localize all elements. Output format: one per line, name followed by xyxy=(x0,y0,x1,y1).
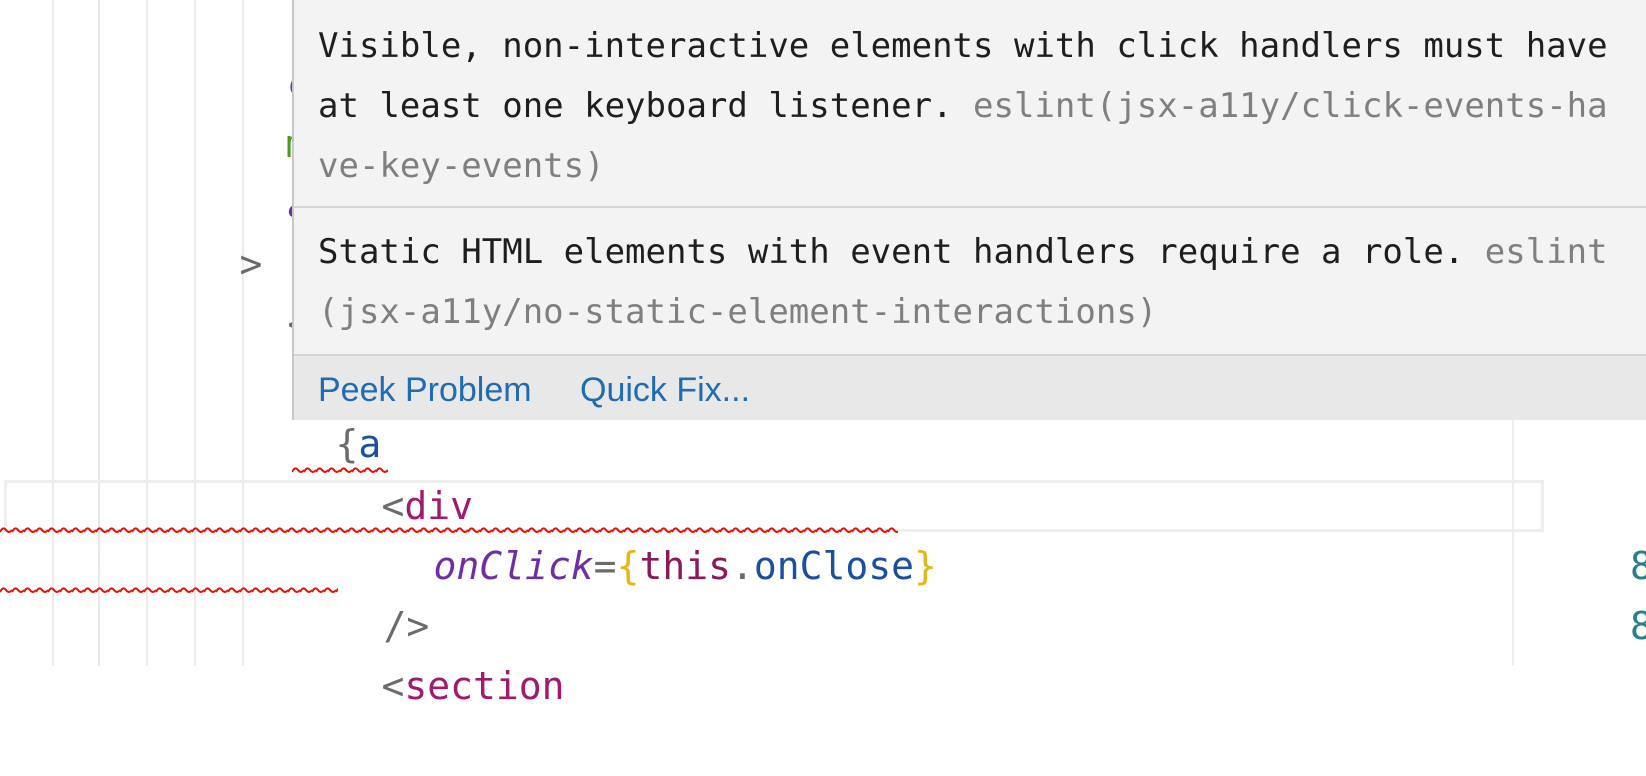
indent-guide xyxy=(98,0,100,666)
error-squiggle[interactable] xyxy=(0,526,898,534)
problem-message-2: Static HTML elements with event handlers… xyxy=(318,222,1622,342)
code-token: { xyxy=(616,544,640,588)
code-line-4[interactable]: > xyxy=(148,174,263,286)
hover-actions-bar: Peek Problem Quick Fix... xyxy=(294,354,1646,420)
error-squiggle[interactable] xyxy=(292,466,388,474)
code-token: . xyxy=(730,544,754,588)
code-token: this xyxy=(639,544,731,588)
code-line-11[interactable]: <section xyxy=(290,596,565,708)
code-token: = xyxy=(593,544,617,588)
error-squiggle[interactable] xyxy=(0,586,338,594)
problem-message-1: Visible, non-interactive elements with c… xyxy=(318,16,1622,196)
problem-text: Static HTML elements with event handlers… xyxy=(318,232,1465,272)
problem-divider xyxy=(294,206,1646,208)
code-token: } xyxy=(914,544,937,588)
code-token: < xyxy=(381,664,405,708)
code-token: section xyxy=(404,664,565,708)
quick-fix-link[interactable]: Quick Fix... xyxy=(580,370,750,410)
code-token-overflow: 8 xyxy=(1630,544,1646,588)
code-token: onClick xyxy=(433,544,594,588)
problem-hover-widget: Visible, non-interactive elements with c… xyxy=(292,0,1646,420)
code-token: onClose xyxy=(753,544,915,588)
peek-problem-link[interactable]: Peek Problem xyxy=(318,370,532,410)
code-token-overflow: 8 xyxy=(1630,604,1646,648)
indent-guide xyxy=(52,0,54,666)
